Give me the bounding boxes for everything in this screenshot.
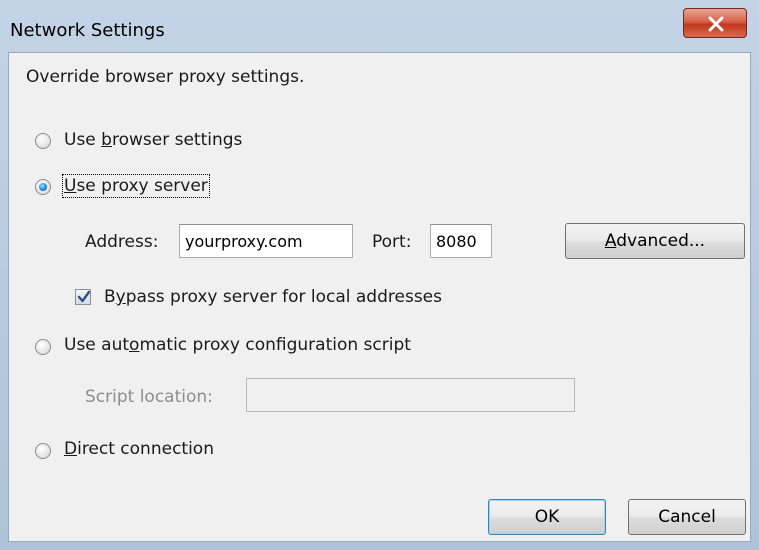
network-settings-dialog: Network Settings Override browser proxy … xyxy=(0,0,759,550)
ok-button[interactable]: OK xyxy=(488,499,606,535)
bypass-checkbox[interactable] xyxy=(75,289,91,305)
dialog-content: Override browser proxy settings. Use bro… xyxy=(8,52,751,542)
title-bar[interactable]: Network Settings xyxy=(0,0,759,52)
radio-proxy-server[interactable] xyxy=(35,179,51,195)
bypass-label[interactable]: Bypass proxy server for local addresses xyxy=(104,287,442,307)
port-label: Port: xyxy=(372,232,412,252)
port-field[interactable] xyxy=(430,224,492,258)
dialog-title: Network Settings xyxy=(10,20,165,41)
radio-direct-connection-label[interactable]: Direct connection xyxy=(64,439,214,459)
radio-automatic-script[interactable] xyxy=(35,339,51,355)
close-icon xyxy=(708,16,724,32)
advanced-button[interactable]: Advanced... xyxy=(565,223,745,259)
radio-direct-connection[interactable] xyxy=(35,443,51,459)
radio-automatic-script-label[interactable]: Use automatic proxy configuration script xyxy=(64,335,411,355)
radio-browser-settings-label[interactable]: Use browser settings xyxy=(64,130,242,150)
description-text: Override browser proxy settings. xyxy=(26,67,305,87)
script-location-field[interactable] xyxy=(246,378,575,412)
address-label: Address: xyxy=(85,232,159,252)
script-location-label: Script location: xyxy=(85,387,213,407)
close-button[interactable] xyxy=(683,8,747,38)
cancel-button[interactable]: Cancel xyxy=(628,499,746,535)
address-field[interactable] xyxy=(179,224,353,258)
checkmark-icon xyxy=(77,290,91,303)
radio-proxy-server-label[interactable]: Use proxy server xyxy=(62,174,210,198)
radio-browser-settings[interactable] xyxy=(35,133,51,149)
